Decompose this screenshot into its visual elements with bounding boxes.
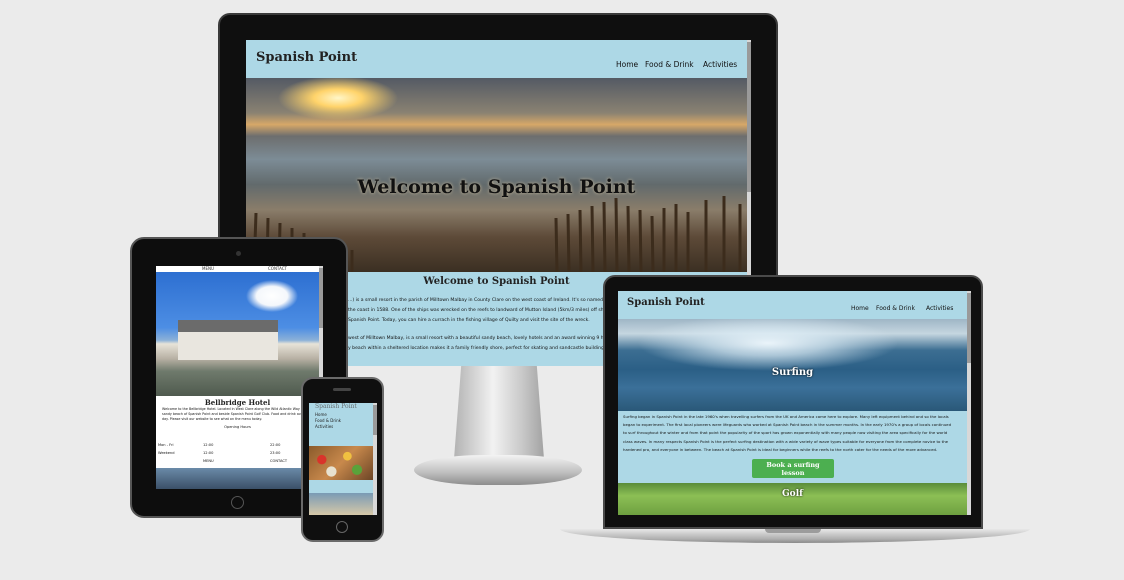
laptop-header: Spanish Point Home Food & Drink Activiti… [618, 291, 967, 319]
text-line: Surfing began in Spanish Point in the la… [623, 414, 949, 419]
food-image [309, 446, 373, 480]
golf-image: Golf [618, 483, 967, 515]
table-cell: Mon - Fri [158, 443, 174, 447]
surfing-text: Surfing began in Spanish Point in the la… [623, 413, 967, 454]
table-cell: 12:00 [203, 451, 214, 455]
phone-speaker [333, 388, 351, 391]
nav-activities[interactable]: Activities [703, 60, 737, 69]
tablet-home-button[interactable] [231, 496, 244, 509]
table-cell: 22:00 [270, 443, 281, 447]
desktop-header: Spanish Point Home Food & Drink Activiti… [246, 40, 747, 78]
desktop-stand-neck [454, 365, 544, 457]
text-line: began to experiment. The first local pio… [623, 422, 952, 428]
text-line: day. Please visit our website to see wha… [162, 417, 262, 421]
table-menu-link[interactable]: MENU [203, 459, 214, 463]
laptop-nav-activities[interactable]: Activities [926, 305, 953, 312]
table-row: Weekend 12:00 23:00 [158, 451, 318, 459]
hotel-building [178, 320, 278, 360]
hours-table: Mon - Fri 12:00 22:00 Weekend 12:00 23:0… [158, 443, 318, 467]
table-row: MENU CONTACT [158, 459, 318, 467]
tablet-contact-link[interactable]: CONTACT [268, 266, 287, 271]
table-contact-link[interactable]: CONTACT [270, 459, 287, 463]
phone-nav-activities[interactable]: Activities [315, 424, 341, 430]
table-cell: 12:00 [203, 443, 214, 447]
desktop-stand-base [414, 455, 582, 485]
phone-screen: Spanish Point Home Food & Drink Activiti… [309, 403, 377, 515]
laptop-site-logo[interactable]: Spanish Point [627, 297, 705, 308]
phone-scrollbar[interactable] [373, 403, 377, 515]
surfing-image: Surfing [618, 319, 967, 411]
laptop-scrollbar[interactable] [967, 291, 971, 515]
text-line: to surf throughout the winter and from t… [623, 430, 948, 436]
laptop-nav-home[interactable]: Home [851, 305, 869, 312]
laptop-notch [765, 529, 821, 533]
hotel-image [156, 272, 319, 396]
table-cell: Weekend [158, 451, 175, 455]
nav-food-drink[interactable]: Food & Drink [645, 60, 694, 69]
nav-home[interactable]: Home [616, 60, 638, 69]
phone-logo[interactable]: Spanish Point [315, 403, 357, 410]
text-line: class waves. In many respects Spanish Po… [623, 438, 949, 444]
surfing-heading: Surfing [771, 367, 814, 378]
phone-nav-list: Home Food & Drink Activities [315, 412, 341, 430]
book-surfing-lesson-button[interactable]: Book a surfing lesson [752, 459, 834, 478]
tablet-bottom-image [156, 468, 319, 489]
hero-heading: Welcome to Spanish Point [357, 176, 636, 198]
site-logo[interactable]: Spanish Point [256, 50, 357, 65]
phone-second-image [309, 493, 373, 515]
tablet-screen: MENU CONTACT Bellbridge Hotel Welcome to… [156, 266, 323, 489]
hotel-title: Bellbridge Hotel [204, 398, 271, 407]
hotel-text: Welcome to the Bellbridge Hotel. Located… [156, 407, 319, 422]
text-line: hardened pro, and everyone in between. T… [623, 446, 938, 452]
laptop-nav-food-drink[interactable]: Food & Drink [876, 305, 915, 312]
tablet-camera [236, 251, 241, 256]
tablet-menu-link[interactable]: MENU [202, 266, 214, 271]
phone-home-button[interactable] [336, 521, 348, 533]
golf-heading: Golf [782, 489, 803, 499]
table-cell: 23:00 [270, 451, 281, 455]
laptop-screen: Spanish Point Home Food & Drink Activiti… [618, 291, 971, 515]
hours-title: Opening Hours [224, 425, 251, 429]
table-row: Mon - Fri 12:00 22:00 [158, 443, 318, 451]
